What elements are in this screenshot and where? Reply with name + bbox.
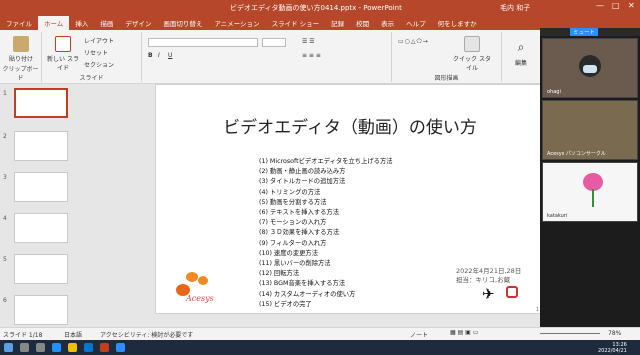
slide-thumbnail[interactable]: [14, 254, 68, 284]
slide-thumbnail-pane: 1 2 3 4 5 6: [0, 84, 70, 327]
slide-canvas[interactable]: ビデオエディタ（動画）の使い方 (1) Microsoftビデオエディタを立ち上…: [155, 84, 545, 314]
status-bar: スライド 1/18 日本語 アクセシビリティ: 検討が必要です ノート ▦ ▤ …: [0, 327, 640, 340]
quick-style-icon: [464, 36, 480, 52]
maximize-icon[interactable]: □: [612, 1, 620, 10]
slide-thumbnail[interactable]: [14, 131, 68, 161]
list-item: (5) 動画を分割する方法: [259, 198, 327, 206]
window-title: ビデオエディタ動画の使い方0414.pptx - PowerPoint: [230, 4, 402, 12]
tab-animations[interactable]: アニメーション: [208, 16, 265, 30]
tab-record[interactable]: 記録: [325, 16, 350, 30]
explorer-icon[interactable]: [68, 343, 77, 352]
italic-button[interactable]: I: [158, 52, 160, 59]
tab-insert[interactable]: 挿入: [69, 16, 94, 30]
tab-draw[interactable]: 描画: [94, 16, 119, 30]
list-item: (7) モーションの入れ方: [259, 219, 327, 227]
accessibility-status[interactable]: アクセシビリティ: 検討が必要です: [100, 330, 193, 339]
mute-button[interactable]: ミュート: [570, 28, 599, 36]
font-name-box[interactable]: [148, 38, 258, 47]
group-clipboard: 貼り付け クリップボード: [0, 32, 42, 82]
list-item: (13) BGM音楽を挿入する方法: [259, 280, 346, 288]
list-item: (11) 黒いバーの削除方法: [259, 260, 331, 268]
video-tile[interactable]: ohagi: [542, 38, 638, 98]
zoom-slider[interactable]: [540, 333, 600, 334]
zoom-video-panel: ミュート ohagi Acesys パソコンサークル katakuri: [540, 28, 640, 327]
search-icon[interactable]: [20, 343, 29, 352]
robot-icon: [506, 286, 518, 298]
edge-icon[interactable]: [52, 343, 61, 352]
slide-title[interactable]: ビデオエディタ（動画）の使い方: [156, 113, 544, 138]
font-size-box[interactable]: [262, 38, 286, 47]
start-icon[interactable]: [4, 343, 13, 352]
tab-transitions[interactable]: 画面切り替え: [157, 16, 208, 30]
layout-button[interactable]: レイアウト: [84, 36, 114, 45]
taskbar: 13:26 2022/04/21: [0, 340, 640, 355]
bold-button[interactable]: B: [148, 52, 153, 59]
section-button[interactable]: セクション: [84, 60, 114, 69]
zoom-icon[interactable]: [116, 343, 125, 352]
bullets-icon[interactable]: ☰ ☰: [302, 38, 315, 45]
language-indicator[interactable]: 日本語: [64, 330, 82, 339]
group-edit: ⌕ 編集: [502, 32, 540, 82]
tell-me-search[interactable]: 何をしますか: [432, 16, 483, 30]
zoom-level[interactable]: 78%: [608, 330, 621, 337]
new-slide-button[interactable]: 新しい スライド: [46, 36, 80, 72]
paste-button[interactable]: 貼り付け: [4, 36, 38, 63]
tab-home[interactable]: ホーム: [38, 16, 70, 30]
list-item: (12) 回転方法: [259, 270, 300, 278]
edit-button[interactable]: ⌕ 編集: [504, 40, 538, 67]
clock[interactable]: 13:26 2022/04/21: [598, 342, 627, 354]
group-font-paragraph: B I U ☰ ☰ ≡ ≡ ≡: [142, 32, 392, 82]
zoom-toolbar: ミュート: [540, 28, 640, 36]
list-item: (8) ３Ｄ効果を挿入する方法: [259, 229, 340, 237]
presentation-date: 2022年4月21日,28日 担当：キリコ,お蔵: [456, 267, 522, 284]
agenda-list[interactable]: (1) Microsoftビデオエディタを立ち上げる方法 (2) 動画・静止画の…: [259, 157, 393, 310]
airplane-icon: ✈: [482, 285, 495, 303]
acesys-logo: Acesys: [168, 270, 228, 310]
list-item: (2) 動画・静止画の読み込み方: [259, 168, 346, 176]
user-name[interactable]: 毛内 和子: [500, 3, 530, 13]
list-item: (10) 速度の変更方法: [259, 249, 319, 257]
mail-icon[interactable]: [84, 343, 93, 352]
close-icon[interactable]: ✕: [628, 1, 635, 10]
video-tile[interactable]: katakuri: [542, 162, 638, 222]
list-item: (1) Microsoftビデオエディタを立ち上げる方法: [259, 158, 393, 165]
shapes-gallery[interactable]: ▭○△⬠→: [398, 38, 429, 45]
list-item: (9) フィルターの入れ方: [259, 239, 327, 247]
slide-edit-area: ビデオエディタ（動画）の使い方 (1) Microsoftビデオエディタを立ち上…: [70, 84, 545, 327]
list-item: (14) カスタムオーディオの使い方: [259, 290, 356, 298]
slide-thumbnail[interactable]: [14, 172, 68, 202]
tab-slideshow[interactable]: スライド ショー: [266, 16, 326, 30]
ribbon: 貼り付け クリップボード 新しい スライド レイアウト リセット セクション ス…: [0, 30, 540, 84]
group-slides: 新しい スライド レイアウト リセット セクション スライド: [42, 32, 142, 82]
clipboard-icon: [13, 36, 29, 52]
list-item: (4) トリミングの方法: [259, 188, 321, 196]
view-buttons[interactable]: ▦ ▤ ▣ ▭: [450, 329, 478, 336]
align-icon[interactable]: ≡ ≡ ≡: [302, 52, 321, 59]
list-item: (15) ビデオの完了: [259, 300, 312, 308]
minimize-icon[interactable]: —: [596, 1, 604, 10]
new-slide-icon: [55, 36, 71, 52]
tab-design[interactable]: デザイン: [119, 16, 157, 30]
underline-button[interactable]: U: [168, 52, 172, 59]
tab-file[interactable]: ファイル: [0, 16, 38, 30]
video-tile[interactable]: Acesys パソコンサークル: [542, 100, 638, 160]
taskview-icon[interactable]: [36, 343, 45, 352]
list-item: (6) テキストを挿入する方法: [259, 209, 339, 217]
slide-thumbnail[interactable]: [14, 295, 68, 325]
tab-review[interactable]: 校閲: [350, 16, 375, 30]
reset-button[interactable]: リセット: [84, 48, 108, 57]
tab-help[interactable]: ヘルプ: [400, 16, 432, 30]
title-bar: ビデオエディタ動画の使い方0414.pptx - PowerPoint 毛内 和…: [0, 0, 640, 14]
slide-thumbnail[interactable]: [14, 88, 68, 118]
notes-button[interactable]: ノート: [410, 330, 428, 339]
powerpoint-icon[interactable]: [100, 343, 109, 352]
tab-view[interactable]: 表示: [375, 16, 400, 30]
find-icon: ⌕: [517, 40, 525, 54]
slide-counter: スライド 1/18: [3, 332, 43, 339]
group-drawing: ▭○△⬠→ クイック スタイル 図形描画: [392, 32, 502, 82]
list-item: (3) タイトルカードの追加方法: [259, 178, 346, 186]
slide-thumbnail[interactable]: [14, 213, 68, 243]
quick-style-button[interactable]: クイック スタイル: [452, 36, 492, 72]
